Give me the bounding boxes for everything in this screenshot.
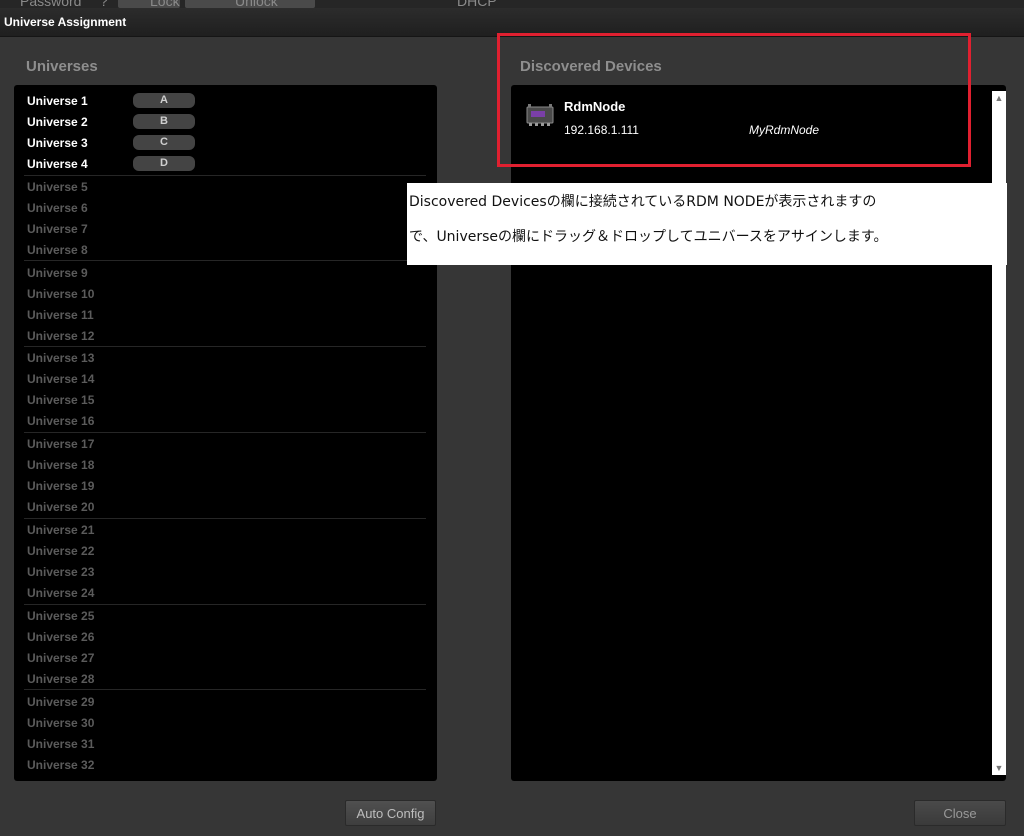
- universe-label: Universe 25: [27, 608, 95, 623]
- device-ip: 192.168.1.111: [564, 123, 639, 137]
- universe-label: Universe 19: [27, 479, 95, 494]
- universe-group-divider: [24, 689, 426, 691]
- universe-label: Universe 30: [27, 715, 95, 730]
- auto-config-button[interactable]: Auto Config: [345, 800, 436, 826]
- scroll-down-icon[interactable]: ▼: [992, 761, 1006, 775]
- universe-row[interactable]: Universe 5: [27, 177, 427, 198]
- universe-group-divider: [24, 174, 426, 176]
- universe-label: Universe 9: [27, 265, 88, 280]
- dialog-title: Universe Assignment: [4, 15, 127, 29]
- universe-label: Universe 28: [27, 671, 95, 686]
- universe-row[interactable]: Universe 23: [27, 562, 427, 583]
- universe-label: Universe 8: [27, 242, 88, 257]
- annotation-line-1: Discovered Devicesの欄に接続されているRDM NODEが表示さ…: [409, 194, 877, 210]
- universe-row[interactable]: Universe 14: [27, 369, 427, 390]
- devices-heading: Discovered Devices: [520, 58, 662, 75]
- scroll-up-icon[interactable]: ▲: [992, 91, 1006, 105]
- universe-row[interactable]: Universe 12: [27, 326, 427, 347]
- universe-label: Universe 23: [27, 565, 95, 579]
- universes-list[interactable]: Universe 1 A Universe 2 B Universe 3 C Univers…: [14, 85, 437, 781]
- universe-row[interactable]: Universe 24: [27, 583, 427, 604]
- rdm-node-device-icon: [526, 104, 554, 126]
- universe-assignment-badge[interactable]: A: [133, 93, 195, 108]
- universe-group-divider: [24, 346, 426, 348]
- universe-label: Universe 3: [27, 136, 88, 150]
- close-button[interactable]: Close: [914, 800, 1006, 826]
- universe-row[interactable]: Universe 15: [27, 390, 427, 411]
- annotation-line-2: で、Universeの欄にドラッグ＆ドロップしてユニバースをアサインします。: [409, 229, 888, 245]
- universe-label: Universe 6: [27, 200, 88, 215]
- universe-label: Universe 10: [27, 286, 95, 301]
- background-window-strip: Password ? Lock Unlock DHCP: [0, 0, 1024, 8]
- universe-row[interactable]: Universe 22: [27, 541, 427, 562]
- universe-row[interactable]: Universe 6: [27, 198, 427, 219]
- universe-label: Universe 14: [27, 372, 95, 387]
- universe-label: Universe 1: [27, 94, 88, 108]
- universe-row[interactable]: Universe 9: [27, 263, 427, 284]
- universe-label: Universe 27: [27, 650, 95, 665]
- universe-label: Universe 12: [27, 328, 95, 343]
- universe-label: Universe 32: [27, 757, 95, 772]
- universe-row[interactable]: Universe 11: [27, 305, 427, 326]
- universe-label: Universe 18: [27, 458, 95, 473]
- universe-label: Universe 16: [27, 414, 95, 429]
- universe-label: Universe 20: [27, 500, 95, 515]
- universe-row[interactable]: Universe 8: [27, 240, 427, 261]
- universe-row[interactable]: Universe 17: [27, 434, 427, 455]
- universes-heading: Universes: [26, 58, 98, 75]
- bg-unlock-label: Unlock: [235, 0, 278, 8]
- universe-row[interactable]: Universe 4 D: [27, 154, 427, 175]
- universe-row[interactable]: Universe 3 C: [27, 133, 427, 154]
- universe-row[interactable]: Universe 19: [27, 476, 427, 497]
- universe-label: Universe 17: [27, 437, 95, 452]
- universe-row[interactable]: Universe 16: [27, 411, 427, 432]
- universe-label: Universe 21: [27, 523, 95, 537]
- universe-label: Universe 22: [27, 544, 95, 558]
- universe-row[interactable]: Universe 25: [27, 606, 427, 627]
- bg-help-label: ?: [100, 0, 108, 8]
- universe-label: Universe 26: [27, 629, 95, 644]
- universe-label: Universe 11: [27, 307, 94, 322]
- dialog-titlebar[interactable]: Universe Assignment: [0, 8, 1024, 37]
- universe-row[interactable]: Universe 1 A: [27, 91, 427, 112]
- universe-group-divider: [24, 260, 426, 262]
- universe-label: Universe 31: [27, 736, 95, 751]
- universe-row[interactable]: Universe 10: [27, 284, 427, 305]
- annotation-callout: Discovered Devicesの欄に接続されているRDM NODEが表示さ…: [407, 183, 1007, 265]
- universe-group-divider: [24, 517, 426, 519]
- universe-label: Universe 2: [27, 115, 88, 129]
- universe-label: Universe 15: [27, 393, 95, 408]
- universe-group-divider: [24, 431, 426, 433]
- universe-row[interactable]: Universe 21: [27, 520, 427, 541]
- universe-assignment-badge[interactable]: B: [133, 114, 195, 129]
- universe-row[interactable]: Universe 28: [27, 669, 427, 690]
- universe-row[interactable]: Universe 31: [27, 734, 427, 755]
- universe-assignment-badge[interactable]: D: [133, 156, 195, 171]
- device-label: MyRdmNode: [749, 123, 820, 137]
- universe-row[interactable]: Universe 7: [27, 219, 427, 240]
- device-name: RdmNode: [564, 99, 626, 114]
- bg-dhcp-label: DHCP: [457, 0, 497, 8]
- universe-row[interactable]: Universe 29: [27, 692, 427, 713]
- universe-label: Universe 13: [27, 351, 95, 366]
- universe-label: Universe 5: [27, 179, 88, 194]
- bg-lock-label: Lock: [150, 0, 180, 8]
- universe-assignment-badge[interactable]: C: [133, 135, 195, 150]
- device-item[interactable]: RdmNode 192.168.1.111 MyRdmNode: [521, 97, 961, 141]
- universe-row[interactable]: Universe 2 B: [27, 112, 427, 133]
- universe-label: Universe 4: [27, 157, 88, 171]
- universe-label: Universe 7: [27, 221, 88, 236]
- universe-row[interactable]: Universe 20: [27, 497, 427, 518]
- universe-row[interactable]: Universe 18: [27, 455, 427, 476]
- universe-row[interactable]: Universe 13: [27, 348, 427, 369]
- bg-password-label: Password: [20, 0, 82, 8]
- universe-row[interactable]: Universe 30: [27, 713, 427, 734]
- universe-group-divider: [24, 603, 426, 605]
- universe-row[interactable]: Universe 27: [27, 648, 427, 669]
- universe-row[interactable]: Universe 26: [27, 627, 427, 648]
- universe-label: Universe 24: [27, 586, 95, 600]
- universe-label: Universe 29: [27, 694, 95, 709]
- universe-row[interactable]: Universe 32: [27, 755, 427, 776]
